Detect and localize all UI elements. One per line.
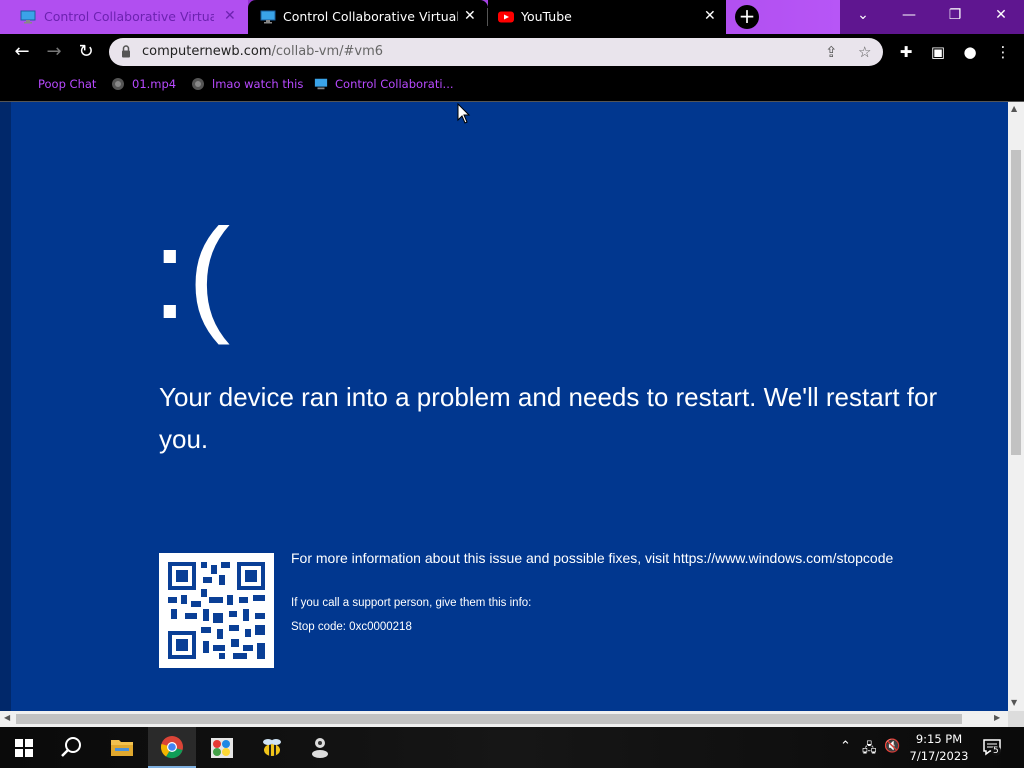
reload-icon[interactable]: ↻: [76, 42, 96, 62]
youtube-icon: [498, 11, 514, 23]
tab-title: Control Collaborative Virtual Machine: [283, 9, 458, 24]
notification-count: 5: [991, 746, 1001, 756]
user-app-icon: [312, 738, 328, 758]
bookmark-label: 01.mp4: [132, 77, 177, 91]
monitor-icon: [260, 10, 276, 24]
mouse-cursor-icon: [457, 103, 471, 124]
globe-icon: [112, 78, 124, 90]
sad-face: :(: [152, 203, 231, 346]
bsod-info-line: For more information about this issue an…: [291, 550, 894, 566]
bee-app-taskbar-button[interactable]: [248, 727, 296, 768]
tab-strip: Control Collaborative Virtual Machine ✕ …: [0, 0, 1024, 34]
bookmark-label: Control Collaborati...: [335, 77, 454, 91]
network-icon[interactable]: 🖧: [862, 739, 877, 761]
start-button[interactable]: [0, 727, 48, 768]
tab-close-icon[interactable]: ✕: [224, 8, 236, 24]
bsod-stop-code: Stop code: 0xc0000218: [291, 621, 412, 633]
restore-button[interactable]: ❐: [932, 0, 978, 34]
browser-toolbar: ← → ↻ computernewb.com/collab-vm/#vm6 ⇪ …: [0, 34, 1024, 70]
lock-icon: [122, 45, 130, 58]
search-button[interactable]: [48, 727, 96, 768]
bookmark-label: Poop Chat: [38, 77, 97, 91]
action-center-button[interactable]: 5: [982, 737, 1002, 757]
windows-taskbar: ⌃ 🖧 🔇 9:15 PM 7/17/2023 5: [0, 727, 1024, 768]
vertical-scroll-thumb[interactable]: [1011, 150, 1021, 455]
scroll-right-arrow-icon[interactable]: ▶: [994, 713, 1000, 722]
tray-chevron-icon[interactable]: ⌃: [840, 739, 851, 754]
bookmark-01-mp4[interactable]: 01.mp4: [111, 77, 176, 95]
page-left-edge: [0, 102, 11, 711]
scroll-up-arrow-icon[interactable]: ▲: [1011, 104, 1017, 113]
extensions-puzzle-icon[interactable]: ✚: [896, 42, 916, 62]
url-path: /collab-vm/#vm6: [271, 44, 384, 59]
bookmark-poop-chat[interactable]: Poop Chat: [38, 77, 96, 95]
qr-code: [159, 553, 274, 668]
close-window-button[interactable]: ✕: [978, 0, 1024, 34]
tab-close-icon[interactable]: ✕: [704, 8, 716, 24]
tab-control-collab-1[interactable]: Control Collaborative Virtual Machine ✕: [0, 0, 248, 34]
vertical-scrollbar[interactable]: ▲ ▼: [1008, 102, 1024, 711]
paint-taskbar-button[interactable]: [198, 727, 246, 768]
side-panel-icon[interactable]: ▣: [928, 42, 948, 62]
tab-control-collab-2[interactable]: Control Collaborative Virtual Machine ✕: [248, 0, 488, 34]
system-clock[interactable]: 9:15 PM 7/17/2023: [905, 731, 973, 765]
tab-title: YouTube: [521, 9, 572, 24]
horizontal-scroll-thumb[interactable]: [16, 714, 962, 724]
monitor-icon: [314, 78, 328, 90]
bsod-support-line: If you call a support person, give them …: [291, 597, 532, 609]
file-explorer-button[interactable]: [98, 727, 146, 768]
bsod-message: Your device ran into a problem and needs…: [159, 382, 938, 454]
tab-search-chevron-icon[interactable]: ⌄: [840, 0, 886, 34]
search-icon: [61, 737, 81, 757]
back-arrow-icon[interactable]: ←: [12, 42, 32, 62]
horizontal-scrollbar[interactable]: ◀ ▶: [0, 711, 1008, 727]
user-app-taskbar-button[interactable]: [296, 727, 344, 768]
forward-arrow-icon[interactable]: →: [44, 42, 64, 62]
scroll-down-arrow-icon[interactable]: ▼: [1011, 698, 1017, 707]
monitor-icon: [20, 10, 36, 24]
clock-time: 9:15 PM: [915, 732, 963, 746]
windows-logo-icon: [15, 739, 33, 757]
url-text: computernewb.com/collab-vm/#vm6: [142, 44, 383, 59]
chrome-icon: [160, 736, 183, 759]
url-host: computernewb.com: [142, 44, 272, 59]
address-bar[interactable]: computernewb.com/collab-vm/#vm6 ⇪ ☆: [109, 38, 883, 66]
bookmark-star-icon[interactable]: ☆: [858, 43, 871, 61]
bookmark-control-collab[interactable]: Control Collaborati...: [314, 77, 454, 95]
bookmark-label: lmao watch this: [212, 77, 304, 91]
scrollbar-corner: [1008, 711, 1024, 727]
minimize-button[interactable]: —: [886, 0, 932, 34]
profile-icon[interactable]: ●: [960, 42, 980, 62]
clock-date: 7/17/2023: [909, 749, 969, 763]
bookmark-lmao-watch-this[interactable]: lmao watch this: [191, 77, 303, 95]
share-icon[interactable]: ⇪: [825, 43, 838, 61]
bee-app-icon: [263, 739, 281, 756]
paint-icon: [211, 738, 233, 758]
scroll-left-arrow-icon[interactable]: ◀: [4, 713, 10, 722]
chrome-taskbar-button[interactable]: [148, 727, 196, 768]
tab-title: Control Collaborative Virtual Machine: [44, 9, 214, 24]
tab-youtube[interactable]: YouTube ✕: [488, 0, 726, 34]
file-explorer-icon: [111, 740, 133, 756]
globe-icon: [192, 78, 204, 90]
tab-close-icon[interactable]: ✕: [464, 8, 476, 24]
bookmarks-bar: Poop Chat 01.mp4 lmao watch this Control…: [0, 70, 1024, 102]
volume-muted-icon[interactable]: 🔇: [884, 739, 900, 754]
new-tab-button[interactable]: +: [735, 5, 759, 29]
menu-kebab-icon[interactable]: ⋮: [993, 42, 1013, 62]
